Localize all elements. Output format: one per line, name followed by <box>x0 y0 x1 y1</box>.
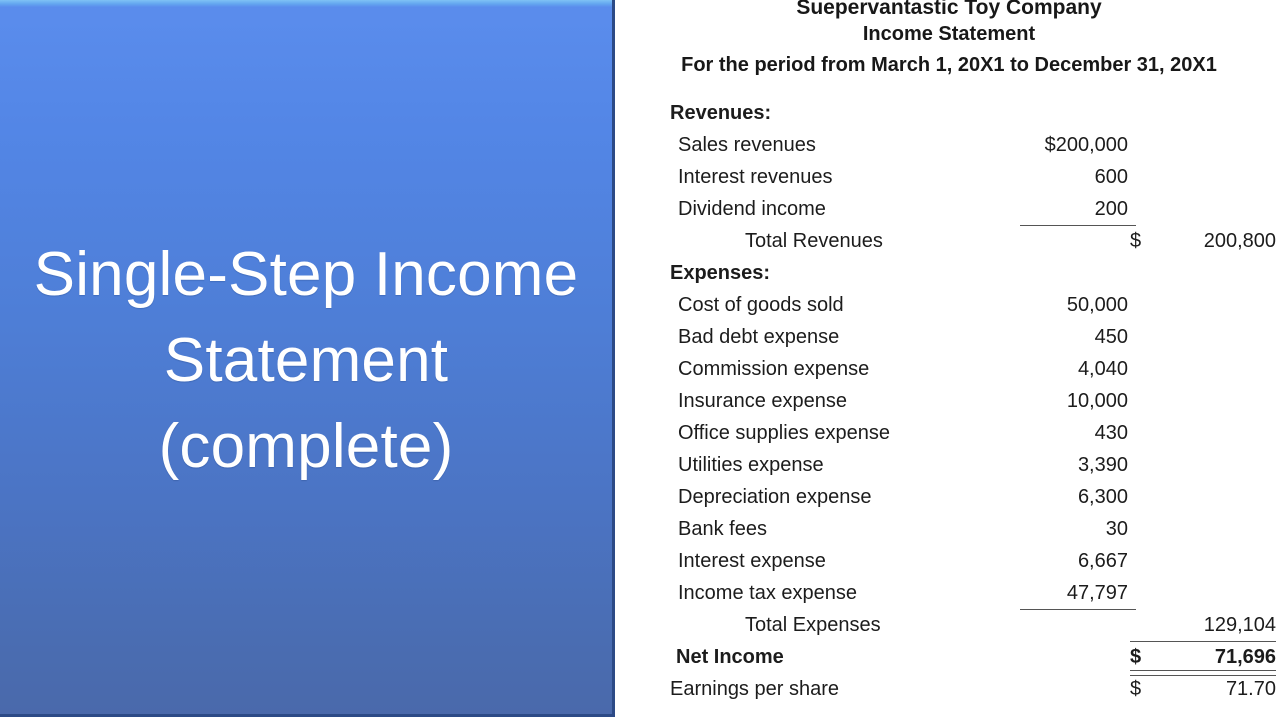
statement-title: Income Statement <box>862 23 1036 45</box>
row-label: Utilities expense <box>678 453 824 476</box>
slide-title: Single-Step Income Statement (complete) <box>33 240 579 481</box>
row-amount-column-1: 430 <box>1094 421 1128 444</box>
statement-row: Earnings per share $71.70 <box>618 673 1280 705</box>
row-label: Cost of goods sold <box>678 293 844 316</box>
statement-row: Depreciation expense 6,300 <box>618 481 1280 513</box>
row-amount-column-2: 71.70 <box>1225 677 1276 700</box>
row-amount-column-1: 450 <box>1094 325 1128 348</box>
row-amount-column-1: 3,390 <box>1077 453 1128 476</box>
row-label: Office supplies expense <box>678 421 890 444</box>
row-label: Bank fees <box>678 517 767 540</box>
row-label: Expenses: <box>670 261 771 284</box>
row-amount-column-1: 6,300 <box>1077 485 1128 508</box>
row-amount-column-2: 129,104 <box>1203 613 1276 636</box>
row-amount-column-1: 10,000 <box>1066 389 1128 412</box>
row-amount-column-1: 6,667 <box>1077 549 1128 572</box>
row-label: Sales revenues <box>678 133 816 156</box>
row-label: Total Expenses <box>745 613 881 636</box>
statement-row: Expenses: <box>618 257 1280 289</box>
row-amount-column-2: 71,696 <box>1214 645 1276 668</box>
statement-row: Office supplies expense 430 <box>618 417 1280 449</box>
row-label: Earnings per share <box>670 677 839 700</box>
statement-row: Total Revenues $200,800 <box>618 225 1280 257</box>
row-label: Dividend income <box>678 197 826 220</box>
row-amount-column-1: $200,000 <box>1044 133 1128 156</box>
row-label: Total Revenues <box>745 229 883 252</box>
statement-row: Insurance expense 10,000 <box>618 385 1280 417</box>
statement-row: Total Expenses 129,104 <box>618 609 1280 642</box>
row-amount-column-1: 50,000 <box>1066 293 1128 316</box>
row-amount-column-2: 200,800 <box>1203 229 1276 252</box>
company-name: Suepervantastic Toy Company <box>796 0 1102 19</box>
row-label: Insurance expense <box>678 389 848 412</box>
statement-rows: Revenues: Sales revenues $200,000 Interest … <box>618 97 1280 705</box>
statement-row: Commission expense 4,040 <box>618 353 1280 385</box>
row-label: Depreciation expense <box>678 485 872 508</box>
row-amount-column-1: 200 <box>1094 197 1128 220</box>
title-slide-panel: Single-Step Income Statement (complete) <box>0 0 615 717</box>
statement-row: Revenues: <box>618 97 1280 129</box>
statement-row: Sales revenues $200,000 <box>618 129 1280 161</box>
statement-row: Dividend income 200 <box>618 193 1280 226</box>
row-amount-column-1: 600 <box>1094 165 1128 188</box>
row-label: Interest expense <box>678 549 826 572</box>
row-label: Interest revenues <box>678 165 833 188</box>
row-label: Income tax expense <box>678 581 857 604</box>
statement-row: Net Income $71,696 <box>618 641 1280 676</box>
statement-period: For the period from March 1, 20X1 to Dec… <box>681 54 1217 76</box>
row-amount-column-1: 47,797 <box>1066 581 1128 604</box>
row-label: Revenues: <box>670 101 772 124</box>
statement-row: Cost of goods sold 50,000 <box>618 289 1280 321</box>
row-label: Commission expense <box>678 357 870 380</box>
row-label: Net Income <box>676 645 784 668</box>
statement-row: Utilities expense 3,390 <box>618 449 1280 481</box>
row-amount-column-1: 4,040 <box>1077 357 1128 380</box>
statement-row: Interest expense 6,667 <box>618 545 1280 577</box>
statement-row: Interest revenues 600 <box>618 161 1280 193</box>
statement-header: Suepervantastic Toy Company Income State… <box>618 0 1280 81</box>
statement-row: Bank fees 30 <box>618 513 1280 545</box>
income-statement-panel: Suepervantastic Toy Company Income State… <box>618 0 1280 720</box>
statement-row: Income tax expense 47,797 <box>618 577 1280 610</box>
row-amount-column-1: 30 <box>1105 517 1128 540</box>
statement-row: Bad debt expense 450 <box>618 321 1280 353</box>
row-label: Bad debt expense <box>678 325 840 348</box>
